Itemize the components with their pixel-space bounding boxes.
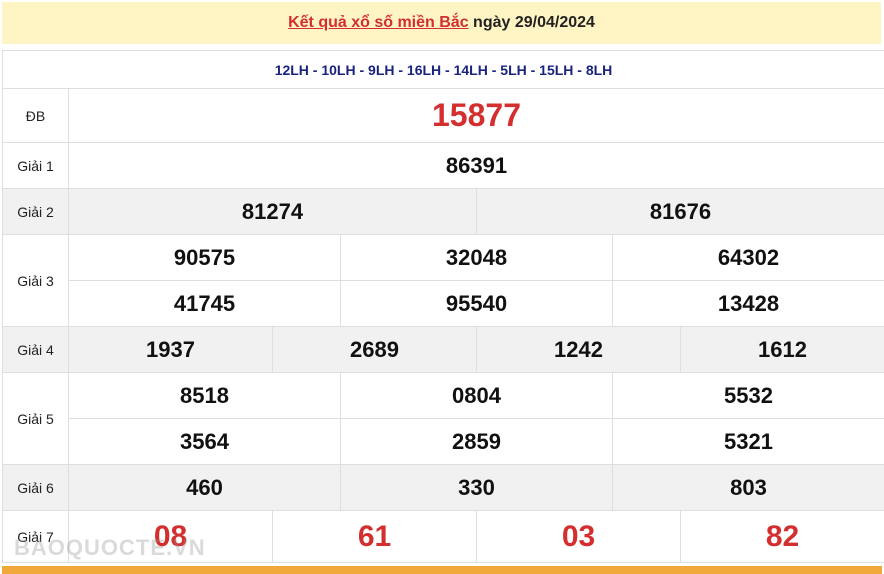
prize-row-g7: Giải 7 08 61 03 82	[2, 510, 884, 563]
prize-row-g3a: Giải 3 90575 32048 64302	[2, 234, 884, 327]
results-date: ngày 29/04/2024	[468, 14, 595, 31]
codes-row: 12LH - 10LH - 9LH - 16LH - 14LH - 5LH - …	[2, 50, 884, 89]
prize-row-g1: Giải 1 86391	[2, 142, 884, 189]
prize-number: 1242	[476, 326, 681, 373]
special-prize-number: 15877	[68, 88, 884, 143]
prize-number: 81676	[476, 188, 884, 235]
prize-label-g3: Giải 3	[2, 234, 69, 327]
results-header: Kết quả xổ số miền Bắc ngày 29/04/2024	[2, 2, 881, 44]
prize-label-g1: Giải 1	[2, 142, 69, 189]
prize-number: 2859	[340, 418, 613, 465]
prize-number: 460	[68, 464, 341, 511]
prize-row-db: ĐB 15877	[2, 88, 884, 143]
prize-number: 90575	[68, 234, 341, 281]
prize-number-red: 61	[272, 510, 477, 563]
draw-codes: 12LH - 10LH - 9LH - 16LH - 14LH - 5LH - …	[2, 50, 884, 89]
prize-row-g5b: 3564 2859 5321	[3, 418, 884, 465]
prize-label-db: ĐB	[2, 88, 69, 143]
bottom-bar	[2, 566, 882, 574]
prize-number: 803	[612, 464, 884, 511]
lottery-results-table: 12LH - 10LH - 9LH - 16LH - 14LH - 5LH - …	[2, 50, 884, 563]
prize-row-g3b: 41745 95540 13428	[3, 280, 884, 327]
prize-number-red: 08	[68, 510, 273, 563]
prize-number: 5532	[612, 372, 884, 419]
prize-number: 95540	[340, 280, 613, 327]
prize-number: 3564	[68, 418, 341, 465]
prize-number: 1612	[680, 326, 884, 373]
prize-number-red: 03	[476, 510, 681, 563]
prize-number: 0804	[340, 372, 613, 419]
prize-row-g6: Giải 6 460 330 803	[2, 464, 884, 511]
results-title-link[interactable]: Kết quả xổ số miền Bắc	[288, 14, 469, 31]
prize-label-g7: Giải 7	[2, 510, 69, 563]
prize-number: 8518	[68, 372, 341, 419]
prize-label-g2: Giải 2	[2, 188, 69, 235]
prize-number-red: 82	[680, 510, 884, 563]
prize-number: 64302	[612, 234, 884, 281]
prize-number: 5321	[612, 418, 884, 465]
prize-label-g5: Giải 5	[2, 372, 69, 465]
prize-number: 86391	[68, 142, 884, 189]
prize-number: 13428	[612, 280, 884, 327]
prize-number: 1937	[68, 326, 273, 373]
prize-number: 41745	[68, 280, 341, 327]
prize-row-g4: Giải 4 1937 2689 1242 1612	[2, 326, 884, 373]
prize-number: 2689	[272, 326, 477, 373]
prize-number: 81274	[68, 188, 477, 235]
prize-number: 330	[340, 464, 613, 511]
prize-label-g6: Giải 6	[2, 464, 69, 511]
prize-number: 32048	[340, 234, 613, 281]
prize-row-g2: Giải 2 81274 81676	[2, 188, 884, 235]
prize-label-g4: Giải 4	[2, 326, 69, 373]
prize-row-g5a: Giải 5 8518 0804 5532	[2, 372, 884, 465]
